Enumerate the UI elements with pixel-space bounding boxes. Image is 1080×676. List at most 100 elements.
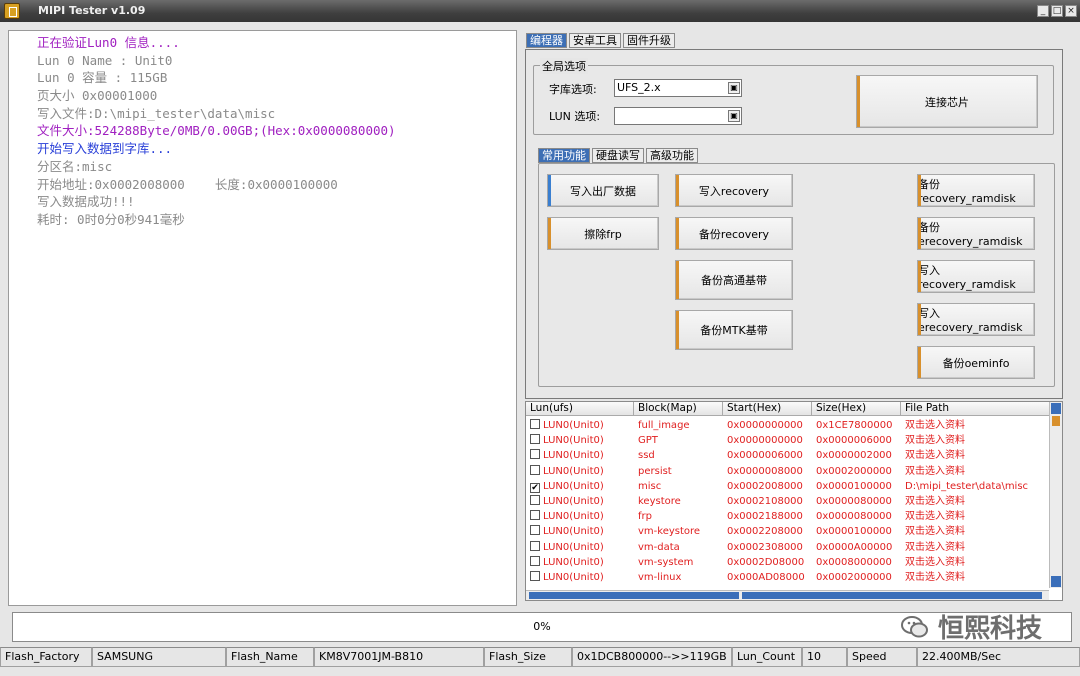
row-checkbox[interactable] [530,540,540,551]
table-cell: 双击选入资料 [905,465,965,477]
scroll-thumb[interactable] [529,592,739,599]
table-cell: 0x000AD08000 [727,571,805,583]
column-header[interactable]: Block(Map) [634,402,723,415]
table-cell: LUN0(Unit0) [543,511,604,523]
log-line: 页大小 0x00001000 [37,88,158,104]
table-row[interactable]: LUN0(Unit0) vm-keystore 0x0002208000 0x0000… [526,524,1049,539]
column-header[interactable]: File Path [901,402,1049,415]
row-checkbox[interactable] [530,525,540,536]
write-recovery-button[interactable]: 写入recovery [675,174,793,207]
tab-android-tools[interactable]: 安卓工具 [569,33,621,48]
backup-recovery-ramdisk-button[interactable]: 备份recovery_ramdisk [917,174,1035,207]
flash-factory-label: Flash_Factory [0,647,92,667]
column-header[interactable]: Size(Hex) [812,402,901,415]
scroll-track[interactable] [742,592,1042,599]
tab-advanced[interactable]: 高级功能 [646,148,698,163]
row-checkbox[interactable] [530,464,540,475]
lun-count-value: 10 [802,647,847,667]
table-cell: LUN0(Unit0) [543,450,604,462]
table-cell: 双击选入资料 [905,511,965,523]
table-body: LUN0(Unit0) full_image 0x0000000000 0x1CE78… [526,418,1049,590]
table-cell: 0x0000A00000 [816,541,893,553]
sub-tabs: 常用功能 硬盘读写 高级功能 [538,148,698,163]
table-cell: vm-linux [638,571,682,583]
column-header[interactable]: Lun(ufs) [526,402,634,415]
table-cell: LUN0(Unit0) [543,495,604,507]
row-checkbox[interactable] [530,434,540,445]
row-checkbox[interactable] [530,570,540,581]
table-cell: 0x0000080000 [816,511,892,523]
backup-oeminfo-button[interactable]: 备份oeminfo [917,346,1035,379]
row-checkbox[interactable] [530,494,540,505]
row-checkbox[interactable] [530,555,540,566]
table-row[interactable]: LUN0(Unit0) keystore 0x0002108000 0x0000080… [526,494,1049,509]
backup-erecovery-ramdisk-button[interactable]: 备份erecovery_ramdisk [917,217,1035,250]
backup-recovery-button[interactable]: 备份recovery [675,217,793,250]
minimize-button[interactable]: _ [1037,5,1049,17]
table-cell: 双击选入资料 [905,541,965,553]
vertical-scrollbar[interactable] [1049,402,1062,588]
table-cell: 0x0000008000 [727,465,803,477]
write-erecovery-ramdisk-button[interactable]: 写入erecovery_ramdisk [917,303,1035,336]
maximize-button[interactable]: □ [1051,5,1063,17]
table-cell: 0x0000000000 [727,435,803,447]
table-row[interactable]: LUN0(Unit0) ssd 0x0000006000 0x0000002000 双击… [526,448,1049,463]
table-row[interactable]: LUN0(Unit0) vm-system 0x0002D08000 0x000800… [526,555,1049,570]
row-checkbox[interactable] [530,449,540,460]
table-header: Lun(ufs) Block(Map) Start(Hex) Size(Hex)… [526,402,1049,416]
row-checkbox[interactable]: ✔ [530,482,540,493]
tab-firmware-upgrade[interactable]: 固件升级 [623,33,675,48]
scroll-thumb[interactable] [1052,416,1060,426]
table-row[interactable]: LUN0(Unit0) frp 0x0002188000 0x0000080000 双击… [526,509,1049,524]
chevron-down-icon[interactable]: ▣ [728,110,740,122]
column-header[interactable]: Start(Hex) [723,402,812,415]
table-cell: 双击选入资料 [905,420,965,431]
tab-programmer[interactable]: 编程器 [526,33,567,48]
tab-disk-rw[interactable]: 硬盘读写 [592,148,644,163]
table-row[interactable]: LUN0(Unit0) persist 0x0000008000 0x00020000… [526,464,1049,479]
programmer-panel: 全局选项 字库选项: UFS_2.x ▣ LUN 选项: ▣ 连接芯片 常用功能… [525,49,1063,399]
table-cell: 0x0000080000 [816,495,892,507]
log-line: 写入文件:D:\mipi_tester\data\misc [37,105,276,121]
title-bar: MIPI Tester v1.09 _ □ × [0,0,1080,22]
table-cell: vm-keystore [638,526,701,538]
row-checkbox[interactable] [530,419,540,429]
speed-label: Speed [847,647,917,667]
table-cell: LUN0(Unit0) [543,526,604,538]
flash-size-label: Flash_Size [484,647,572,667]
table-cell: vm-system [638,556,694,568]
table-row[interactable]: LUN0(Unit0) vm-data 0x0002308000 0x0000A000… [526,540,1049,555]
scroll-down-icon[interactable] [1051,576,1061,587]
functions-group: 写入出厂数据 擦除frp 写入recovery 备份recovery 备份高通基… [538,163,1055,387]
table-cell: LUN0(Unit0) [543,556,604,568]
row-checkbox[interactable] [530,510,540,521]
table-cell: 0x0000006000 [727,450,803,462]
backup-qualcomm-baseband-button[interactable]: 备份高通基带 [675,260,793,300]
write-recovery-ramdisk-button[interactable]: 写入recovery_ramdisk [917,260,1035,293]
tab-common-functions[interactable]: 常用功能 [538,148,590,163]
table-cell: 0x0002108000 [727,495,803,507]
lun-select[interactable]: ▣ [614,107,742,125]
table-row[interactable]: LUN0(Unit0) GPT 0x0000000000 0x0000006000 双击… [526,433,1049,448]
partition-table: Lun(ufs) Block(Map) Start(Hex) Size(Hex)… [525,401,1063,601]
erase-frp-button[interactable]: 擦除frp [547,217,659,250]
table-cell: vm-data [638,541,680,553]
table-cell: 双击选入资料 [905,495,965,507]
flash-name-value: KM8V7001JM-B810 [314,647,484,667]
table-row[interactable]: LUN0(Unit0) vm-linux 0x000AD08000 0x0002000… [526,570,1049,585]
table-cell: 双击选入资料 [905,435,965,447]
main-tabs: 编程器 安卓工具 固件升级 [526,33,675,48]
watermark-text: 恒熙科技 [938,614,1043,644]
horizontal-scrollbar[interactable] [526,590,1049,600]
write-factory-data-button[interactable]: 写入出厂数据 [547,174,659,207]
close-button[interactable]: × [1065,5,1077,17]
connect-chip-button[interactable]: 连接芯片 [856,75,1038,128]
library-select[interactable]: UFS_2.x ▣ [614,79,742,97]
chevron-down-icon[interactable]: ▣ [728,82,740,94]
table-cell: 0x0002D08000 [727,556,805,568]
backup-mtk-baseband-button[interactable]: 备份MTK基带 [675,310,793,350]
table-row[interactable]: LUN0(Unit0) full_image 0x0000000000 0x1CE78… [526,418,1049,433]
scroll-up-icon[interactable] [1051,403,1061,414]
table-row[interactable]: ✔ LUN0(Unit0) misc 0x0002008000 0x0000100000… [526,479,1049,494]
log-line: Lun 0 Name : Unit0 [37,52,173,68]
